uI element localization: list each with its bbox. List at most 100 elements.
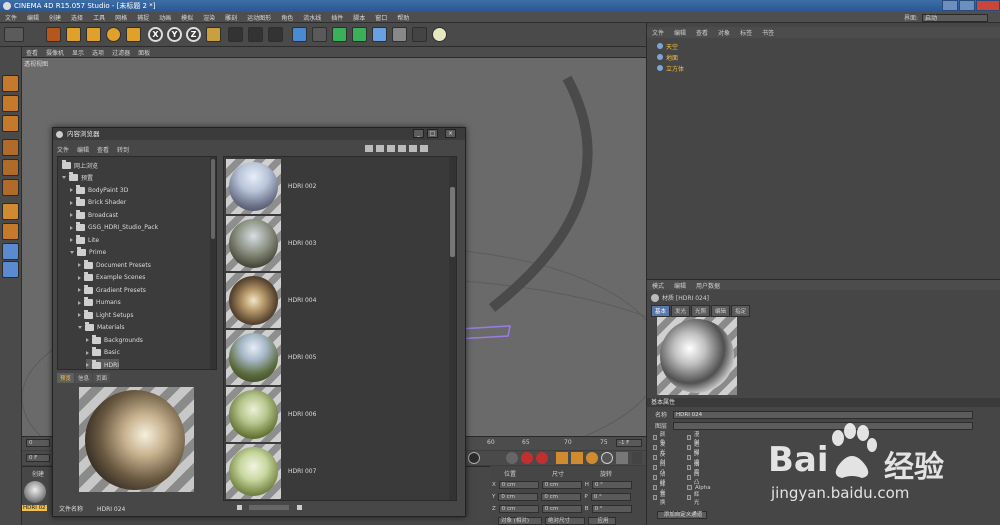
apply-button[interactable]: 应用 — [588, 516, 616, 525]
size-z-field[interactable]: 0 cm — [541, 504, 582, 513]
hdri-list-item[interactable]: HDRI 002 — [226, 159, 456, 214]
checkbox-icon[interactable] — [653, 465, 657, 470]
hdri-thumbnail[interactable] — [226, 159, 281, 214]
tree-item[interactable]: Example Scenes — [78, 272, 145, 284]
rotation-p-field[interactable]: 0 ° — [590, 492, 631, 501]
expand-arrow-icon[interactable] — [78, 313, 81, 317]
expand-arrow-icon[interactable] — [70, 188, 73, 192]
attribute-menu-item[interactable]: 模式 — [647, 281, 669, 290]
expand-arrow-icon[interactable] — [70, 225, 73, 230]
collapse-arrow-icon[interactable] — [62, 176, 66, 179]
tree-item[interactable]: Humans — [78, 297, 121, 309]
object-menu-item[interactable]: 对象 — [713, 28, 735, 37]
collapse-arrow-icon[interactable] — [70, 251, 74, 254]
hdri-list-item[interactable]: HDRI 007 — [226, 444, 456, 499]
preview-tab[interactable]: 预览 — [57, 373, 75, 383]
undo-icon[interactable] — [4, 27, 24, 42]
main-menu-item[interactable]: 工具 — [88, 13, 110, 22]
material-tab[interactable]: 指定 — [731, 305, 751, 317]
autokey-icon[interactable] — [521, 452, 533, 464]
main-menu-item[interactable]: 雕刻 — [220, 13, 242, 22]
viewport-menu-item[interactable]: 查看 — [22, 48, 42, 57]
checkbox-icon[interactable] — [687, 455, 691, 460]
hdri-list-item[interactable]: HDRI 003 — [226, 216, 456, 271]
main-menu-item[interactable]: 捕捉 — [132, 13, 154, 22]
main-menu-item[interactable]: 流水线 — [298, 13, 326, 22]
expand-arrow-icon[interactable] — [86, 338, 89, 342]
x-axis-lock-icon[interactable]: X — [148, 27, 163, 42]
render-settings-icon[interactable] — [268, 27, 283, 42]
tree-item[interactable]: Materials — [78, 322, 125, 334]
tree-item[interactable]: Lite — [70, 234, 99, 246]
main-menu-item[interactable]: 动画 — [154, 13, 176, 22]
deformer-icon[interactable] — [372, 27, 387, 42]
main-menu-item[interactable]: 选择 — [66, 13, 88, 22]
render-picture-viewer-icon[interactable] — [248, 27, 263, 42]
main-menu-item[interactable]: 窗口 — [370, 13, 392, 22]
expand-arrow-icon[interactable] — [78, 288, 81, 292]
tree-item[interactable]: GSG_HDRI_Studio_Pack — [70, 222, 158, 234]
checkbox-icon[interactable] — [687, 485, 692, 490]
hdri-thumbnail[interactable] — [226, 273, 281, 328]
object-menu-item[interactable]: 书签 — [757, 28, 779, 37]
timeline-start-field[interactable]: 0 — [26, 439, 50, 447]
expand-arrow-icon[interactable] — [86, 363, 89, 367]
position-y-field[interactable]: 0 cm — [498, 492, 539, 501]
hdri-list-item[interactable]: HDRI 005 — [226, 330, 456, 385]
checkbox-icon[interactable] — [687, 475, 691, 480]
expand-arrow-icon[interactable] — [78, 263, 81, 267]
checkbox-icon[interactable] — [653, 475, 657, 480]
material-thumbnail[interactable] — [24, 481, 46, 503]
subdivision-surface-icon[interactable] — [332, 27, 347, 42]
coord-mode-dropdown[interactable]: 对象 (相对) — [498, 516, 542, 525]
camera-icon[interactable] — [412, 27, 427, 42]
hdri-thumbnail[interactable] — [226, 216, 281, 271]
content-browser-title-bar[interactable]: 内容浏览器 — [53, 128, 465, 140]
rotation-h-field[interactable]: 0 ° — [591, 480, 632, 489]
tree-item[interactable]: BodyPaint 3D — [70, 184, 128, 196]
add-custom-channel-button[interactable]: 添加自定义通道 — [657, 511, 707, 519]
snapping-icon[interactable] — [2, 223, 19, 240]
move-tool-icon[interactable] — [66, 27, 81, 42]
checkbox-icon[interactable] — [653, 455, 657, 460]
object-menu-item[interactable]: 编辑 — [669, 28, 691, 37]
main-menu-item[interactable]: 编辑 — [22, 13, 44, 22]
rotation-key-icon[interactable] — [586, 452, 598, 464]
preview-tab[interactable]: 信息 — [75, 373, 93, 383]
y-axis-lock-icon[interactable]: Y — [167, 27, 182, 42]
checkbox-icon[interactable] — [687, 435, 691, 440]
scale-tool-icon[interactable] — [86, 27, 101, 42]
interface-dropdown[interactable]: 启动 — [922, 13, 988, 22]
material-tab[interactable]: 基本 — [651, 305, 671, 317]
hdri-thumbnail[interactable] — [226, 387, 281, 442]
browser-maximize-button[interactable]: □ — [427, 129, 438, 138]
size-x-field[interactable]: 0 cm — [541, 480, 582, 489]
minimize-button[interactable] — [942, 0, 958, 11]
checkbox-icon[interactable] — [687, 495, 691, 500]
hdri-thumbnail[interactable] — [226, 330, 281, 385]
material-manager-create-menu[interactable]: 创建 — [32, 469, 44, 478]
browser-menu-item[interactable]: 查看 — [93, 145, 113, 154]
back-arrow-icon[interactable] — [398, 145, 406, 152]
checkbox-icon[interactable] — [653, 485, 657, 490]
main-menu-item[interactable]: 脚本 — [348, 13, 370, 22]
main-menu-item[interactable]: 创建 — [44, 13, 66, 22]
main-menu-item[interactable]: 模拟 — [176, 13, 198, 22]
checkbox-icon[interactable] — [653, 435, 657, 440]
lock-icon[interactable] — [376, 145, 384, 152]
main-menu-item[interactable]: 帮助 — [392, 13, 414, 22]
model-mode-icon[interactable] — [2, 75, 19, 92]
close-button[interactable] — [976, 0, 1000, 11]
expand-arrow-icon[interactable] — [78, 300, 81, 305]
parameter-key-icon[interactable] — [601, 452, 613, 464]
render-view-icon[interactable] — [228, 27, 243, 42]
coordinate-system-icon[interactable] — [206, 27, 221, 42]
viewport-menu-item[interactable]: 面板 — [134, 48, 154, 57]
up-arrow-icon[interactable] — [409, 145, 417, 152]
material-tab[interactable]: 光照 — [691, 305, 711, 317]
checkbox-icon[interactable] — [653, 445, 657, 450]
preview-tab[interactable]: 页面 — [93, 373, 111, 383]
position-z-field[interactable]: 0 cm — [498, 504, 539, 513]
main-menu-item[interactable]: 运动图形 — [242, 13, 276, 22]
view-toggle-icon[interactable] — [365, 145, 373, 152]
